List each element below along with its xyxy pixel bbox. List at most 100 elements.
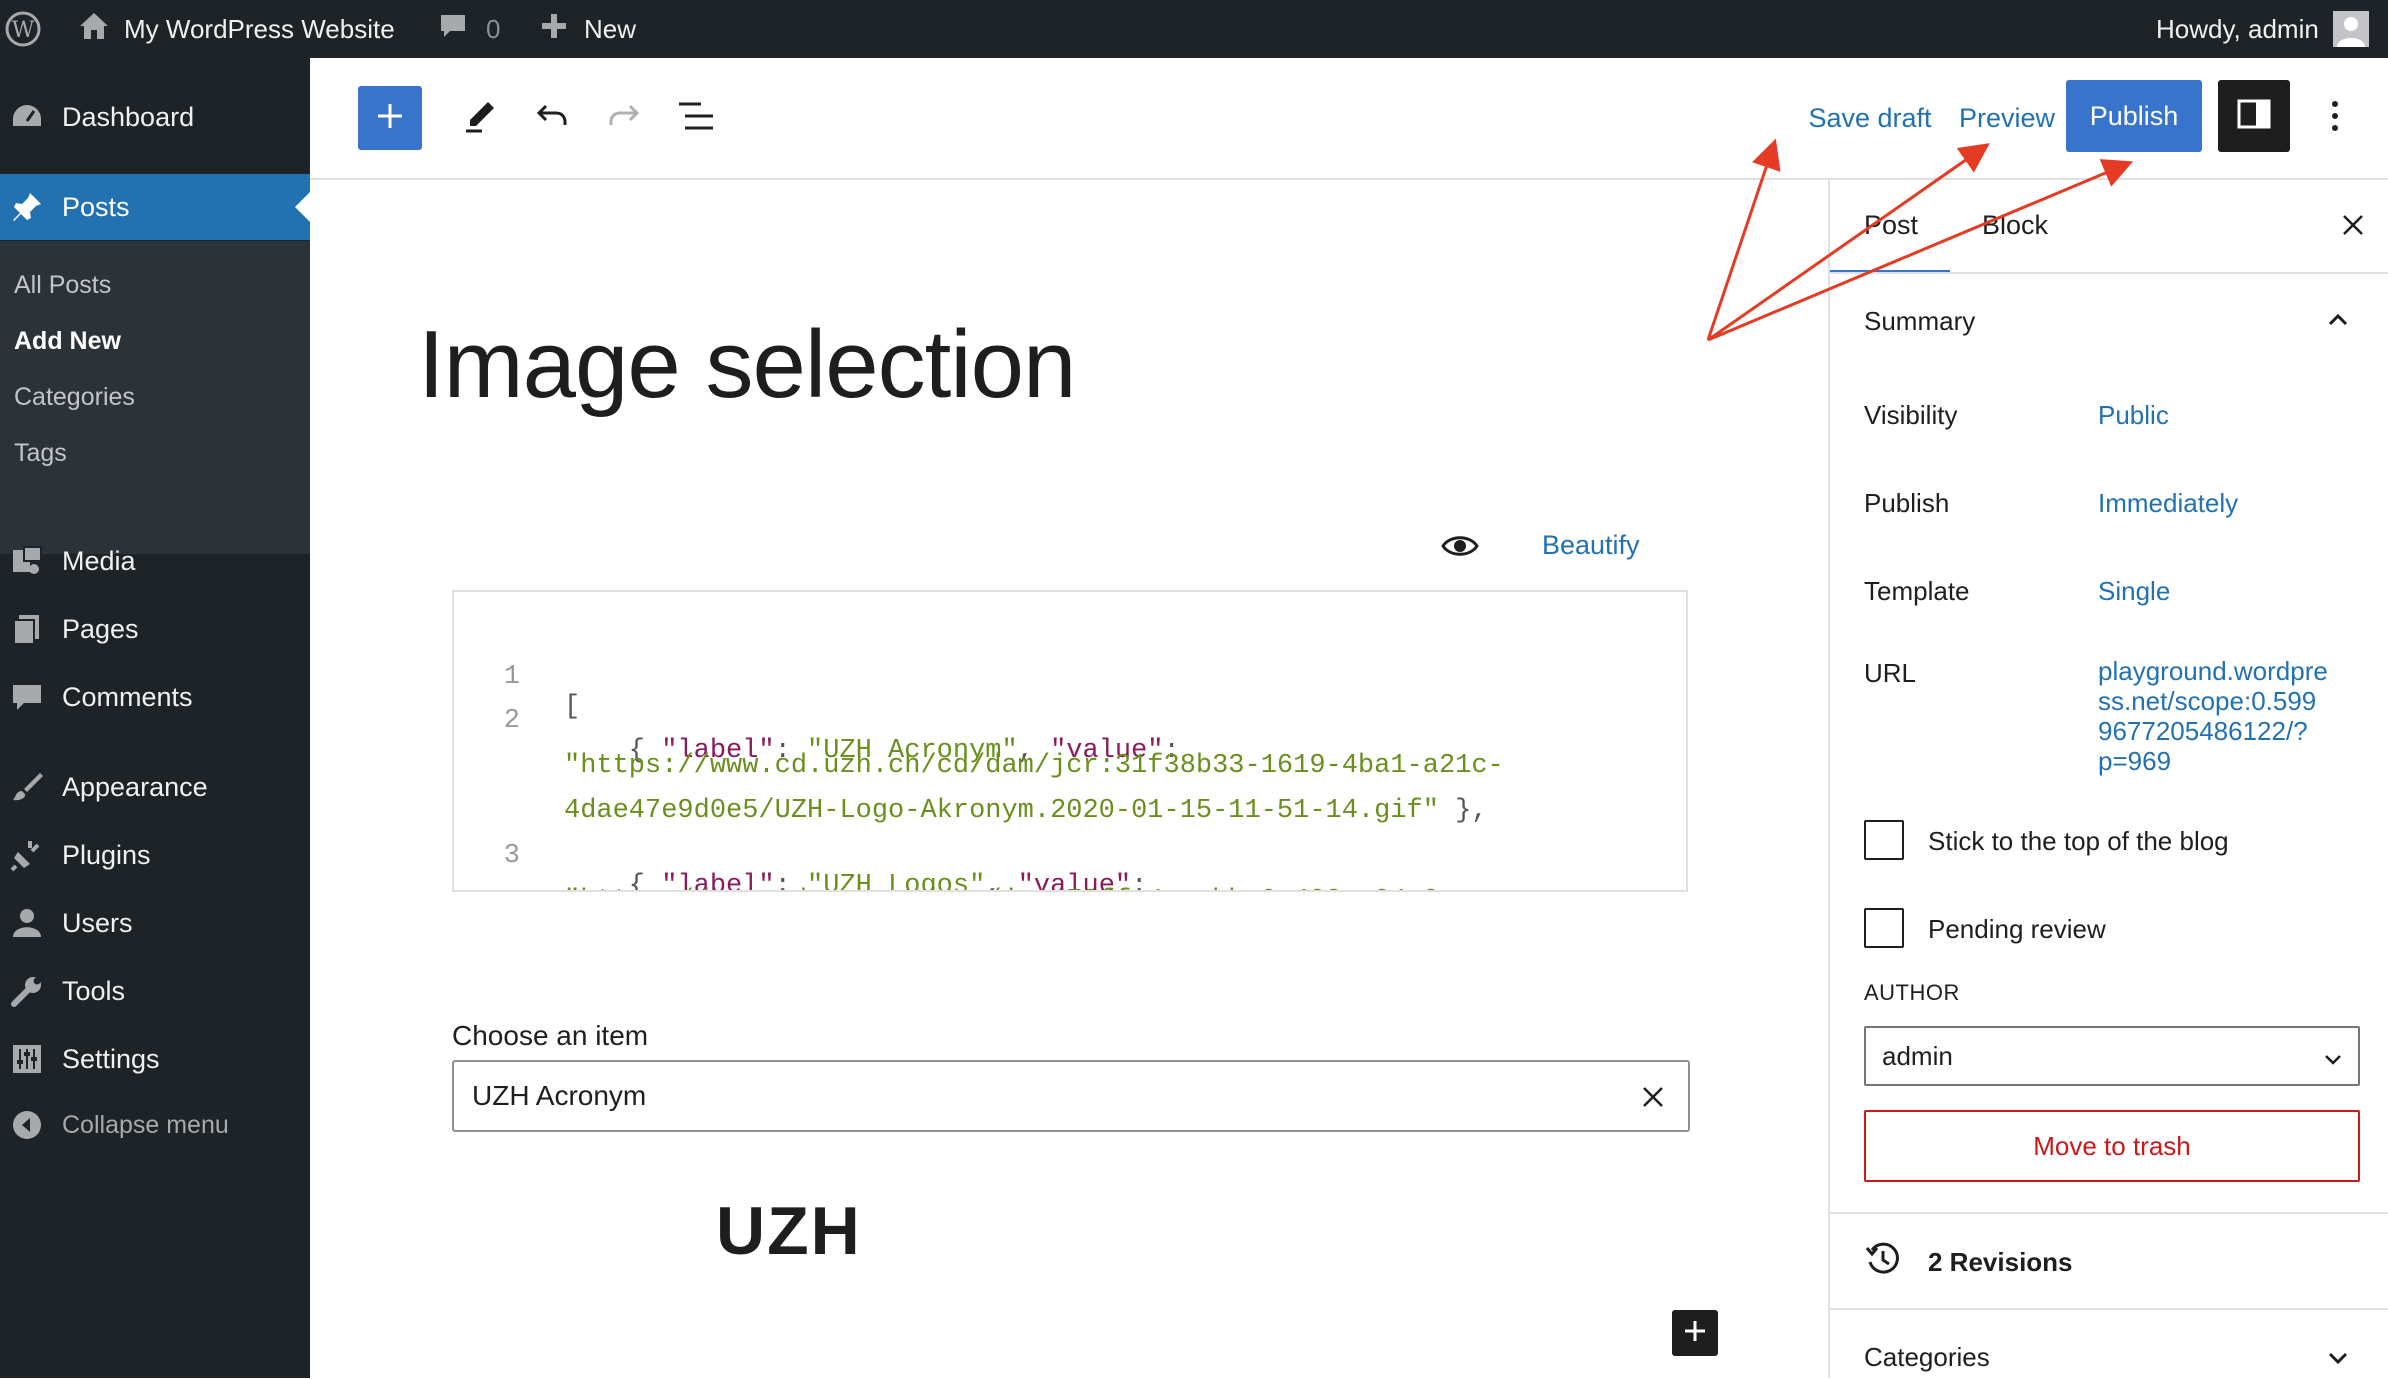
comments-icon [8,678,46,716]
howdy-text: Howdy, admin [2156,13,2319,44]
sidebar-item-label: Appearance [62,771,208,802]
url-line: p=969 [2098,746,2172,776]
sidebar-item-media[interactable]: Media [0,528,310,594]
settings-panel-toggle[interactable] [2218,80,2290,152]
my-account-link[interactable]: Howdy, admin [2156,0,2369,58]
undo-icon [534,98,570,139]
visibility-value[interactable]: Public [2098,400,2169,431]
choose-item-label: Choose an item [452,1020,649,1051]
submenu-categories[interactable]: Categories [14,383,135,412]
sidebar-item-comments[interactable]: Comments [0,664,310,730]
list-view-button[interactable] [664,86,728,150]
appearance-icon [8,768,46,806]
revisions-link[interactable]: 2 Revisions [1864,1240,2073,1285]
media-icon [8,542,46,580]
inline-add-block-button[interactable] [1672,1310,1718,1356]
author-select[interactable]: admin [1864,1026,2360,1086]
url-label: URL [1864,658,1917,688]
settings-sliders-icon [8,1040,46,1078]
undo-button[interactable] [520,86,584,150]
new-label: New [584,13,637,44]
tab-block[interactable]: Block [1982,210,2048,241]
editor-canvas: Image selection Beautify 1 [ 2 { "label"… [310,180,1828,1378]
current-menu-arrow [295,192,310,222]
submenu-all-posts[interactable]: All Posts [14,271,111,300]
visibility-label: Visibility [1864,400,1958,430]
summary-panel-title[interactable]: Summary [1864,306,1975,337]
more-vertical-icon [2330,99,2340,138]
submenu-add-new[interactable]: Add New [14,327,121,356]
preview-button[interactable]: Preview [1932,86,2082,150]
pin-icon [8,188,46,226]
pencil-icon [462,98,498,139]
pending-review-checkbox[interactable] [1864,908,1904,948]
sidebar-item-dashboard[interactable]: Dashboard [0,84,310,150]
redo-button[interactable] [592,86,656,150]
sidebar-item-label: Dashboard [62,101,195,132]
add-block-button[interactable] [358,86,422,150]
code-editor[interactable]: 1 [ 2 { "label": "UZH Acronym", "value":… [452,590,1688,892]
publish-value[interactable]: Immediately [2098,488,2238,519]
editor-toolbar: Save draft Preview Publish [310,58,2388,180]
publish-button[interactable]: Publish [2066,80,2202,152]
list-view-icon [677,99,715,138]
new-content-link[interactable]: New [540,0,636,58]
options-menu-button[interactable] [2310,86,2360,150]
pages-icon [8,610,46,648]
comments-link[interactable]: 0 [438,0,500,58]
collapse-arrow-icon [8,1106,46,1144]
comment-bubble-icon [438,12,468,47]
collapse-menu-button[interactable]: Collapse menu [0,1092,310,1158]
sticky-label: Stick to the top of the blog [1928,826,2229,856]
sidebar-item-posts[interactable]: Posts [0,174,310,240]
sidebar-item-label: Pages [62,613,139,644]
sidebar-item-users[interactable]: Users [0,890,310,956]
wordpress-logo-icon[interactable]: W [4,0,42,58]
sidebar-item-label: Tools [62,975,126,1006]
tools-edit-button[interactable] [448,86,512,150]
divider [1830,272,2388,274]
chevron-down-icon[interactable] [2324,1344,2352,1379]
plus-icon [1682,1318,1708,1349]
plus-icon [375,101,405,136]
move-to-trash-button[interactable]: Move to trash [1864,1110,2360,1182]
close-icon[interactable] [2340,212,2366,245]
wrench-icon [8,972,46,1010]
sidebar-panel-icon [2237,99,2271,134]
sidebar-item-label: Users [62,907,133,938]
settings-sidebar: Post Block Summary Visibility Public Pub… [1828,180,2388,1378]
url-value[interactable]: playground.wordpre ss.net/scope:0.599 96… [2098,656,2328,776]
home-icon [78,11,110,48]
template-value[interactable]: Single [2098,576,2170,607]
submenu-tags[interactable]: Tags [14,439,67,468]
sidebar-item-appearance[interactable]: Appearance [0,754,310,820]
sidebar-item-settings[interactable]: Settings [0,1026,310,1092]
site-home-link[interactable]: My WordPress Website [78,0,395,58]
clear-icon[interactable] [1640,1084,1666,1117]
sidebar-item-pages[interactable]: Pages [0,596,310,662]
uzh-logo-image: UZH [716,1193,862,1269]
sticky-checkbox[interactable] [1864,820,1904,860]
url-line: 9677205486122/? [2098,716,2308,746]
beautify-button[interactable]: Beautify [1542,530,1640,561]
sidebar-item-label: Settings [62,1043,160,1074]
admin-bar: W My WordPress Website 0 New Howdy, admi… [0,0,2388,58]
categories-panel-title[interactable]: Categories [1864,1342,1990,1373]
publish-label: Publish [1864,488,1950,518]
plus-icon [540,12,568,47]
tab-post[interactable]: Post [1864,210,1918,241]
preview-eye-icon[interactable] [1440,526,1480,566]
chevron-up-icon[interactable] [2324,306,2352,341]
revisions-label: 2 Revisions [1928,1247,2073,1277]
users-icon [8,904,46,942]
choose-item-value: UZH Acronym [472,1080,647,1111]
author-value: admin [1882,1040,1953,1071]
sidebar-item-plugins[interactable]: Plugins [0,822,310,888]
post-title[interactable]: Image selection [418,310,1076,420]
pending-review-label: Pending review [1928,914,2106,944]
url-line: ss.net/scope:0.599 [2098,686,2317,716]
redo-icon [606,98,642,139]
author-heading: AUTHOR [1864,980,1960,1005]
choose-item-combobox[interactable]: UZH Acronym [452,1060,1690,1132]
sidebar-item-tools[interactable]: Tools [0,958,310,1024]
